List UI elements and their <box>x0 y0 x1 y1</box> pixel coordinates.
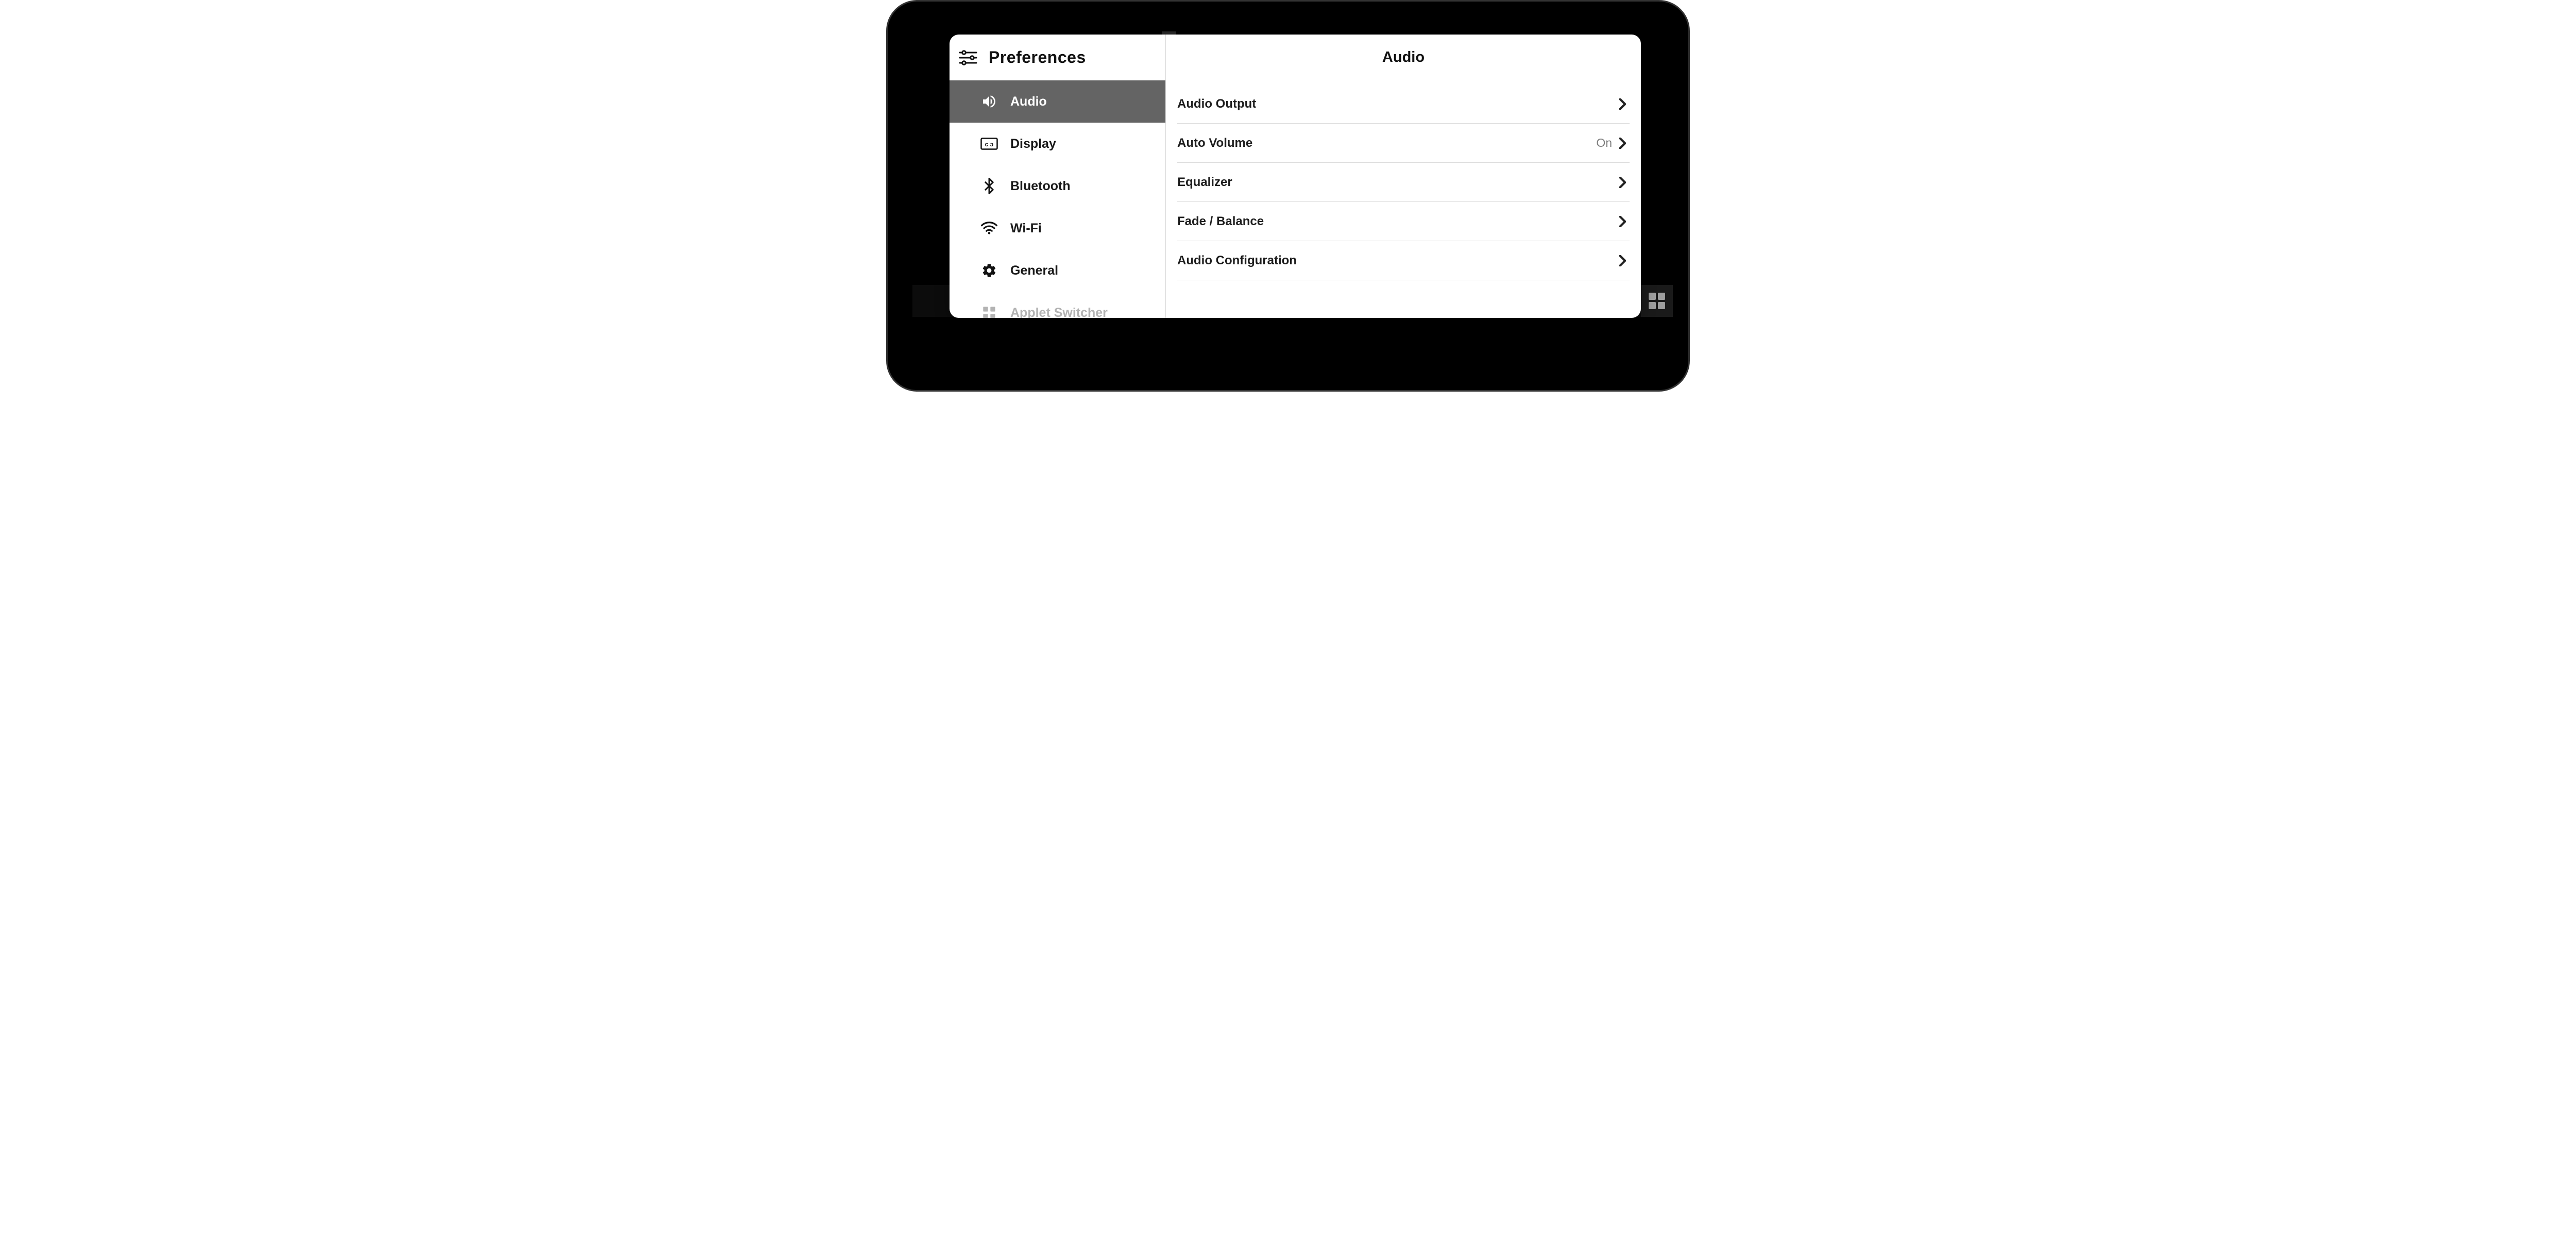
chevron-right-icon <box>1619 98 1626 110</box>
sidebar-item-label: Audio <box>1010 94 1047 109</box>
chevron-right-icon <box>1619 255 1626 266</box>
sidebar-title: Preferences <box>989 48 1086 67</box>
sidebar-item-applet-switcher[interactable]: Applet Switcher <box>950 292 1165 318</box>
gear-icon <box>980 262 998 279</box>
app-switcher-button[interactable] <box>1641 285 1673 317</box>
setting-value: On <box>1596 136 1612 150</box>
setting-label: Audio Output <box>1177 97 1256 111</box>
row-equalizer[interactable]: Equalizer <box>1177 163 1630 202</box>
wifi-icon <box>980 220 998 237</box>
setting-label: Auto Volume <box>1177 136 1252 150</box>
chevron-right-icon <box>1619 216 1626 227</box>
svg-text:c ɔ: c ɔ <box>985 141 994 148</box>
settings-list: Audio Output Auto Volume On <box>1177 85 1630 280</box>
sidebar-item-label: Bluetooth <box>1010 179 1071 194</box>
grid-icon <box>1649 293 1665 309</box>
setting-label: Audio Configuration <box>1177 254 1297 268</box>
setting-label: Fade / Balance <box>1177 214 1264 229</box>
speaker-icon <box>980 93 998 110</box>
row-audio-configuration[interactable]: Audio Configuration <box>1177 241 1630 280</box>
sidebar-list: Audio c ɔ Display <box>950 80 1165 318</box>
sidebar-item-label: General <box>1010 263 1058 278</box>
sidebar-item-label: Wi-Fi <box>1010 221 1042 236</box>
sliders-icon <box>959 49 977 66</box>
sidebar-item-general[interactable]: General <box>950 249 1165 292</box>
row-auto-volume[interactable]: Auto Volume On <box>1177 124 1630 163</box>
bluetooth-icon <box>980 177 998 195</box>
sidebar-item-label: Applet Switcher <box>1010 306 1108 318</box>
sidebar-header: Preferences <box>950 44 1165 80</box>
chevron-right-icon <box>1619 177 1626 188</box>
sidebar-item-label: Display <box>1010 137 1056 151</box>
setting-label: Equalizer <box>1177 175 1232 190</box>
preferences-panel: Preferences Audio <box>950 35 1641 318</box>
sidebar-item-bluetooth[interactable]: Bluetooth <box>950 165 1165 207</box>
sidebar-item-display[interactable]: c ɔ Display <box>950 123 1165 165</box>
sidebar-item-wifi[interactable]: Wi-Fi <box>950 207 1165 249</box>
sidebar-item-audio[interactable]: Audio <box>950 80 1165 123</box>
content-title: Audio <box>1177 35 1630 85</box>
sidebar: Preferences Audio <box>950 35 1166 318</box>
screen: Preferences Audio <box>898 12 1678 380</box>
row-fade-balance[interactable]: Fade / Balance <box>1177 202 1630 241</box>
grid-icon <box>980 304 998 318</box>
row-audio-output[interactable]: Audio Output <box>1177 85 1630 124</box>
device-frame: Preferences Audio <box>886 0 1690 392</box>
display-icon: c ɔ <box>980 135 998 153</box>
content-pane: Audio Audio Output Auto Volume <box>1166 35 1641 318</box>
chevron-right-icon <box>1619 138 1626 149</box>
